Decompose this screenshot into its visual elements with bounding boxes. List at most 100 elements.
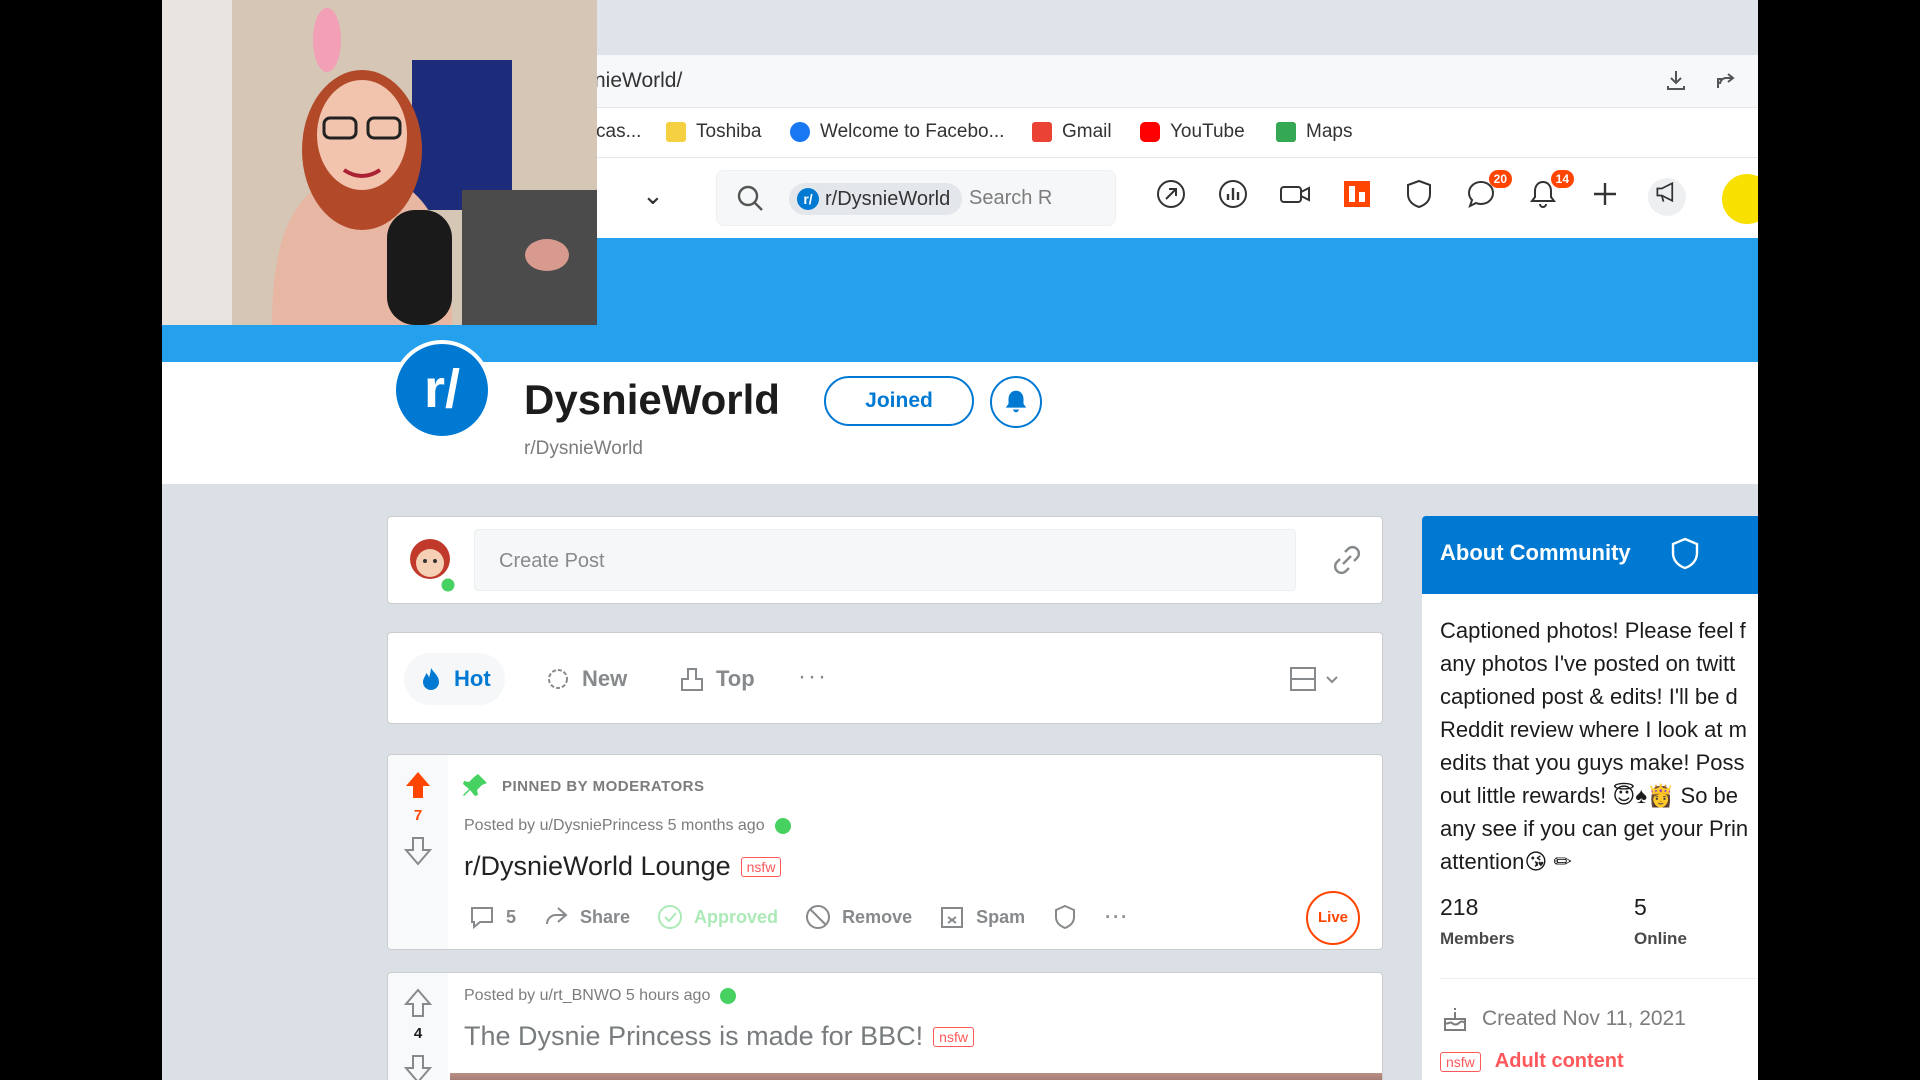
user-avatar[interactable] [404, 525, 460, 597]
stats-icon[interactable] [1214, 178, 1252, 216]
cake-icon [1444, 1008, 1466, 1031]
post-meta-text[interactable]: Posted by u/DysniePrincess 5 months ago [464, 817, 765, 835]
remove-icon [806, 905, 831, 929]
view-mode-dropdown[interactable] [1288, 661, 1352, 697]
post-card[interactable]: 4 Posted by u/rt_BNWO 5 hours ago The Dy… [387, 972, 1383, 1080]
user-menu-avatar[interactable] [1722, 174, 1758, 224]
vote-count: 7 [413, 807, 423, 824]
bookmark-item[interactable]: Maps [1276, 121, 1352, 143]
upvote-arrow-icon[interactable] [402, 769, 434, 801]
facebook-icon [790, 122, 810, 142]
community-name: r/DysnieWorld [524, 438, 643, 459]
bookmark-item[interactable]: YouTube [1140, 121, 1245, 143]
about-community-header: About Community [1422, 516, 1758, 594]
mod-tools-icon[interactable] [1338, 178, 1376, 216]
live-badge[interactable]: Live [1306, 891, 1360, 945]
share-label: Share [580, 906, 631, 927]
post-meta-text[interactable]: Posted by u/rt_BNWO 5 hours ago [464, 987, 710, 1005]
shield-icon[interactable] [1400, 178, 1438, 216]
remove-button[interactable]: Remove [804, 903, 912, 931]
share-icon[interactable] [1712, 67, 1740, 95]
notification-bell-icon[interactable]: 14 [1524, 170, 1574, 216]
post-title[interactable]: The Dysnie Princess is made for BBC! nsf… [464, 1021, 974, 1052]
hot-flame-icon [423, 668, 439, 690]
members-label: Members [1440, 929, 1515, 948]
post-title-text[interactable]: The Dysnie Princess is made for BBC! [464, 1021, 923, 1052]
card-view-icon [1290, 667, 1316, 691]
post-title-text[interactable]: r/DysnieWorld Lounge [464, 851, 731, 882]
download-icon[interactable] [1662, 67, 1690, 95]
chat-icon[interactable]: 20 [1462, 170, 1512, 216]
bookmark-label: YouTube [1170, 121, 1245, 142]
search-placeholder: Search R [969, 187, 1053, 209]
spam-icon [941, 907, 964, 928]
sort-top-label: Top [716, 666, 755, 691]
spam-button[interactable]: Spam [938, 903, 1025, 931]
webcam-overlay [162, 0, 597, 325]
bookmark-item[interactable]: Gmail [1032, 121, 1112, 143]
new-sparkle-icon [548, 669, 568, 689]
chevron-down-icon [1326, 676, 1338, 684]
sort-hot-label: Hot [454, 666, 491, 691]
bookmark-item[interactable]: Welcome to Facebo... [790, 121, 1004, 143]
downvote-arrow-icon[interactable] [402, 1053, 434, 1080]
post-card[interactable]: 7 PINNED BY MODERATORS Posted by u/Dysni… [387, 754, 1383, 950]
check-circle-icon [658, 905, 683, 929]
video-icon[interactable] [1276, 178, 1314, 216]
mod-shield-icon[interactable] [1668, 536, 1702, 572]
sort-more-icon[interactable]: ··· [798, 663, 828, 691]
community-title: DysnieWorld [524, 376, 780, 423]
adult-content-label: nsfw Adult content [1440, 1050, 1624, 1073]
community-header: r/ DysnieWorld r/DysnieWorld Joined [162, 340, 1758, 484]
sort-hot-button[interactable]: Hot [404, 653, 505, 705]
approved-button[interactable]: Approved [656, 903, 778, 931]
maps-icon [1276, 122, 1296, 142]
sort-top-button[interactable]: Top [664, 653, 769, 705]
notification-bell-button[interactable] [990, 376, 1042, 428]
search-icon [737, 185, 763, 211]
post-meta: Posted by u/DysniePrincess 5 months ago [464, 817, 791, 835]
post-more-icon[interactable]: ··· [1105, 907, 1129, 928]
post-image-preview[interactable] [450, 1073, 1382, 1080]
advertise-megaphone-icon[interactable] [1648, 178, 1686, 216]
bookmark-label: cas... [596, 121, 642, 142]
about-community-widget: About Community Captioned photos! Please… [1422, 516, 1758, 1080]
mod-shield-icon[interactable] [1051, 903, 1079, 931]
chevron-down-icon[interactable]: ⌄ [642, 180, 664, 211]
folder-icon [666, 122, 686, 142]
comments-button[interactable]: 5 [468, 903, 516, 931]
joined-button[interactable]: Joined [824, 376, 974, 426]
nsfw-tag: nsfw [933, 1026, 974, 1047]
bookmark-label: Toshiba [696, 121, 762, 142]
bookmark-label: Maps [1306, 121, 1353, 142]
popular-icon[interactable] [1152, 178, 1190, 216]
bookmark-item[interactable]: cas... [596, 121, 641, 143]
created-text: Created Nov 11, 2021 [1482, 1007, 1686, 1030]
online-label: Online [1634, 929, 1687, 948]
online-status-dot [720, 988, 737, 1004]
bookmark-label: Welcome to Facebo... [820, 121, 1005, 142]
sort-new-button[interactable]: New [530, 653, 641, 705]
post-meta: Posted by u/rt_BNWO 5 hours ago [464, 987, 737, 1005]
create-post-input[interactable]: Create Post [474, 529, 1296, 591]
upvote-arrow-icon[interactable] [402, 987, 434, 1019]
nsfw-tag: nsfw [1440, 1051, 1481, 1072]
online-status-dot [774, 818, 791, 834]
sort-new-label: New [582, 666, 628, 691]
share-button[interactable]: Share [542, 903, 630, 931]
members-stat: 218 Members [1440, 894, 1515, 949]
downvote-arrow-icon[interactable] [402, 835, 434, 867]
post-title[interactable]: r/DysnieWorld Lounge nsfw [464, 851, 782, 882]
subreddit-icon: r/ [797, 188, 819, 210]
url-text[interactable]: nieWorld/ [594, 69, 682, 93]
comment-icon [471, 907, 493, 930]
share-arrow-icon [546, 907, 568, 925]
nsfw-tag: nsfw [740, 856, 782, 877]
search-subreddit-chip[interactable]: r/ r/DysnieWorld [789, 183, 963, 215]
create-post-plus-icon[interactable] [1586, 178, 1624, 216]
sort-bar: Hot New Top ··· [387, 632, 1383, 724]
link-icon[interactable] [1328, 541, 1366, 579]
bookmark-label: Gmail [1062, 121, 1112, 142]
bookmark-item[interactable]: Toshiba [666, 121, 762, 143]
search-bar[interactable]: r/ r/DysnieWorld Search R [716, 170, 1116, 226]
